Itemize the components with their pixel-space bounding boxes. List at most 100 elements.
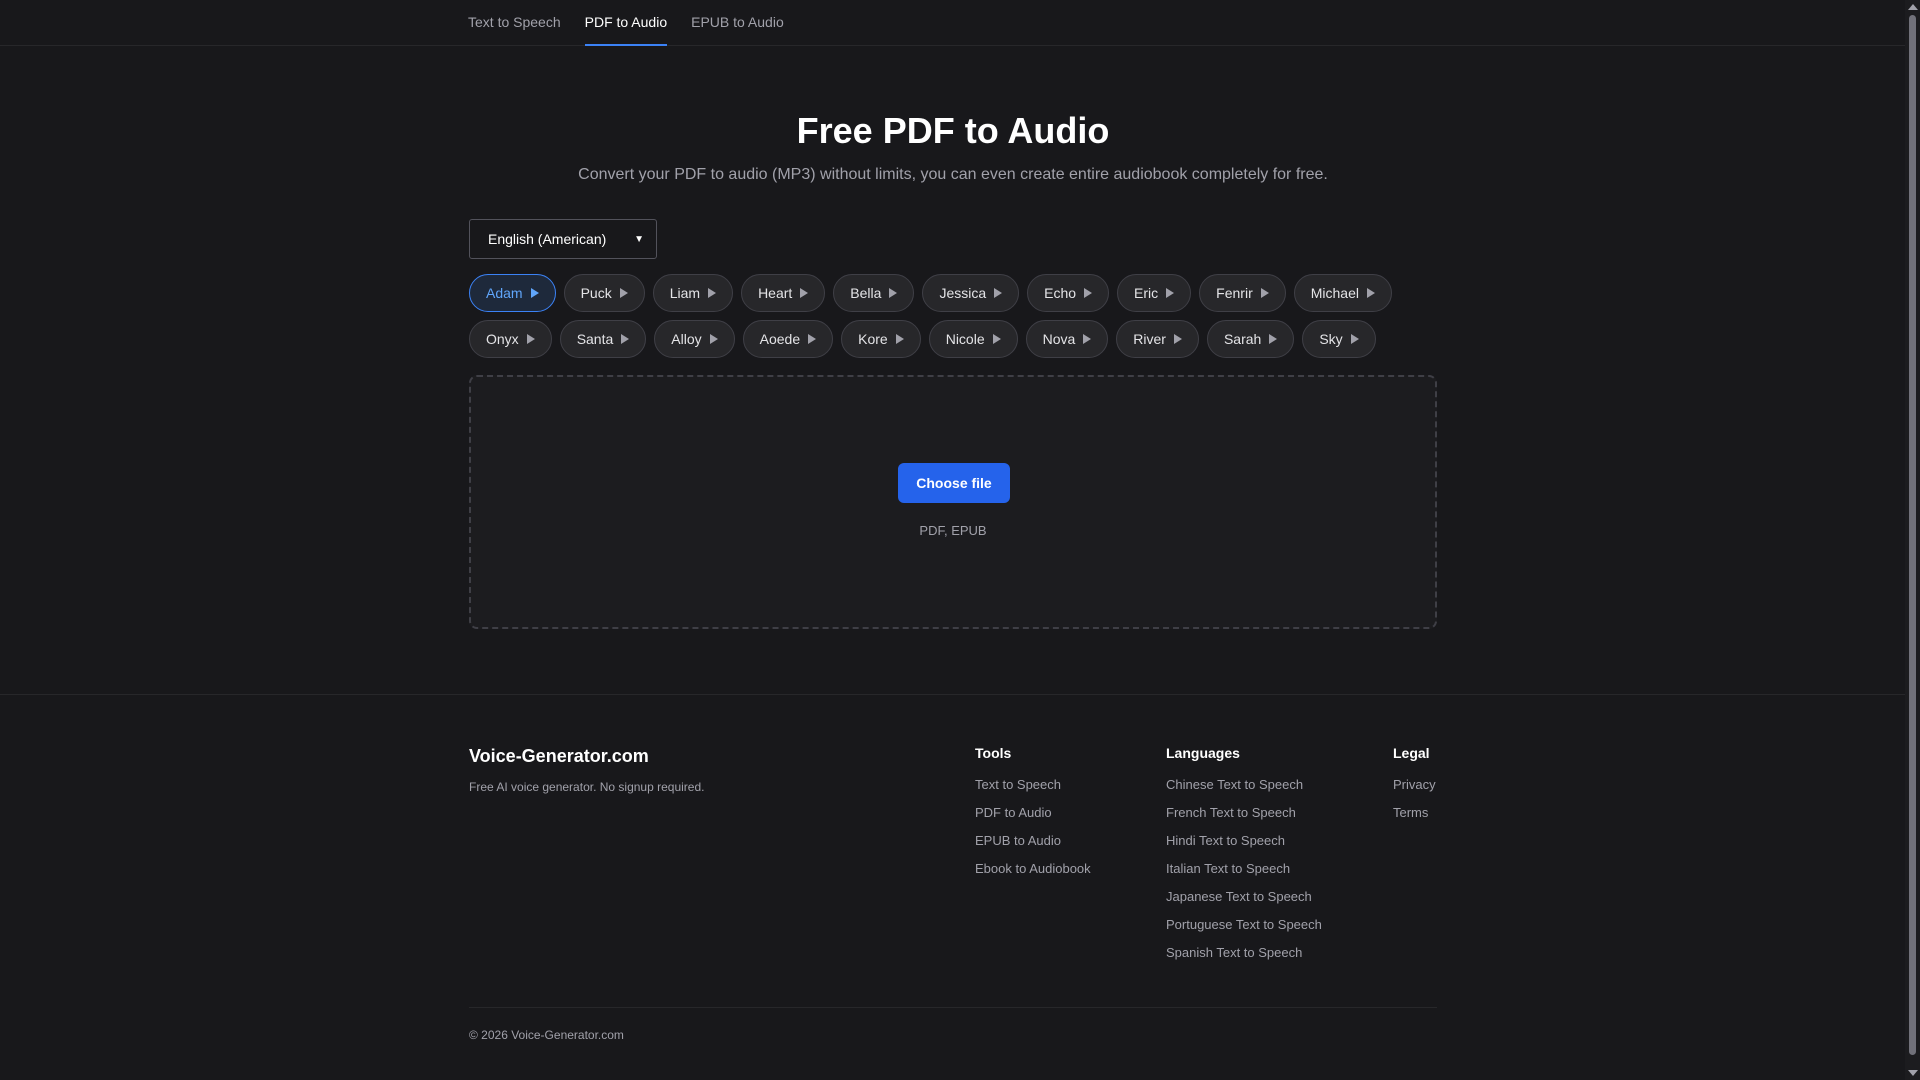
voice-option-liam[interactable]: Liam bbox=[652, 274, 734, 312]
voice-list-row-2: Onyx Santa Alloy Aoede Kore Nicole Nova … bbox=[469, 320, 1437, 358]
choose-file-button[interactable]: Choose file bbox=[898, 463, 1010, 503]
footer-link-terms[interactable]: Terms bbox=[1393, 803, 1436, 822]
voice-label: Alloy bbox=[671, 331, 702, 347]
footer-divider bbox=[469, 1007, 1437, 1008]
footer-link-pdf-to-audio[interactable]: PDF to Audio bbox=[975, 803, 1091, 822]
voice-label: Kore bbox=[858, 331, 888, 347]
play-icon[interactable] bbox=[1260, 288, 1269, 298]
voice-label: Michael bbox=[1310, 285, 1359, 301]
footer-tagline: Free AI voice generator. No signup requi… bbox=[469, 780, 705, 794]
voice-option-santa[interactable]: Santa bbox=[559, 320, 647, 358]
footer-link-chinese[interactable]: Chinese Text to Speech bbox=[1166, 775, 1322, 794]
scrollbar[interactable] bbox=[1905, 0, 1920, 1080]
voice-option-echo[interactable]: Echo bbox=[1027, 274, 1110, 312]
footer-tools-links: Text to Speech PDF to Audio EPUB to Audi… bbox=[975, 775, 1091, 878]
play-icon[interactable] bbox=[1350, 334, 1359, 344]
footer-brand[interactable]: Voice-Generator.com bbox=[469, 746, 649, 767]
supported-formats: PDF, EPUB bbox=[919, 523, 987, 538]
footer-languages-links: Chinese Text to Speech French Text to Sp… bbox=[1166, 775, 1322, 962]
footer-link-text-to-speech[interactable]: Text to Speech bbox=[975, 775, 1091, 794]
voice-option-nova[interactable]: Nova bbox=[1025, 320, 1109, 358]
voice-option-river[interactable]: River bbox=[1116, 320, 1199, 358]
voice-option-puck[interactable]: Puck bbox=[563, 274, 645, 312]
play-icon[interactable] bbox=[800, 288, 809, 298]
voice-label: Fenrir bbox=[1216, 285, 1253, 301]
footer-tools-column: Tools Text to Speech PDF to Audio EPUB t… bbox=[975, 745, 1091, 878]
page-subtitle: Convert your PDF to audio (MP3) without … bbox=[578, 166, 1328, 183]
voice-label: Puck bbox=[580, 285, 612, 301]
voice-label: Nova bbox=[1042, 331, 1076, 347]
footer-link-japanese[interactable]: Japanese Text to Speech bbox=[1166, 887, 1322, 906]
nav-tabs: Text to Speech PDF to Audio EPUB to Audi… bbox=[468, 0, 784, 46]
chevron-down-icon: ▼ bbox=[634, 233, 644, 245]
play-icon[interactable] bbox=[621, 334, 630, 344]
voice-option-sky[interactable]: Sky bbox=[1302, 320, 1376, 358]
play-icon[interactable] bbox=[895, 334, 904, 344]
play-icon[interactable] bbox=[808, 334, 817, 344]
play-icon[interactable] bbox=[1173, 334, 1182, 344]
voice-option-alloy[interactable]: Alloy bbox=[654, 320, 735, 358]
footer-link-spanish[interactable]: Spanish Text to Speech bbox=[1166, 943, 1322, 962]
scroll-thumb[interactable] bbox=[1909, 15, 1916, 1055]
play-icon[interactable] bbox=[619, 288, 628, 298]
play-icon[interactable] bbox=[530, 288, 539, 298]
scroll-down-icon[interactable] bbox=[1908, 1070, 1918, 1076]
play-icon[interactable] bbox=[992, 334, 1001, 344]
tab-epub-to-audio[interactable]: EPUB to Audio bbox=[691, 0, 784, 46]
footer-legal-heading: Legal bbox=[1393, 745, 1430, 761]
play-icon[interactable] bbox=[708, 288, 717, 298]
footer-link-ebook-to-audiobook[interactable]: Ebook to Audiobook bbox=[975, 859, 1091, 878]
tab-pdf-to-audio[interactable]: PDF to Audio bbox=[584, 0, 668, 46]
voice-option-nicole[interactable]: Nicole bbox=[928, 320, 1018, 358]
top-nav: Text to Speech PDF to Audio EPUB to Audi… bbox=[0, 0, 1905, 46]
play-icon[interactable] bbox=[526, 334, 535, 344]
voice-label: Aoede bbox=[759, 331, 801, 347]
language-select-value: English (American) bbox=[488, 231, 607, 247]
footer-link-italian[interactable]: Italian Text to Speech bbox=[1166, 859, 1322, 878]
voice-option-bella[interactable]: Bella bbox=[833, 274, 915, 312]
voice-option-jessica[interactable]: Jessica bbox=[922, 274, 1020, 312]
voice-label: Onyx bbox=[486, 331, 519, 347]
tab-text-to-speech[interactable]: Text to Speech bbox=[468, 0, 561, 46]
voice-label: Adam bbox=[486, 285, 523, 301]
play-icon[interactable] bbox=[1083, 334, 1092, 344]
voice-option-michael[interactable]: Michael bbox=[1293, 274, 1392, 312]
file-dropzone[interactable]: Choose file PDF, EPUB bbox=[469, 375, 1437, 629]
voice-option-adam[interactable]: Adam bbox=[469, 274, 556, 312]
footer-tools-heading: Tools bbox=[975, 745, 1012, 761]
language-select[interactable]: English (American) ▼ bbox=[469, 219, 657, 259]
voice-label: Santa bbox=[576, 331, 614, 347]
play-icon[interactable] bbox=[1166, 288, 1175, 298]
footer-link-french[interactable]: French Text to Speech bbox=[1166, 803, 1322, 822]
voice-list-row-1: Adam Puck Liam Heart Bella Jessica Echo … bbox=[469, 274, 1437, 312]
copyright: © 2026 Voice-Generator.com bbox=[469, 1028, 624, 1042]
voice-option-fenrir[interactable]: Fenrir bbox=[1199, 274, 1286, 312]
play-icon[interactable] bbox=[1269, 334, 1278, 344]
play-icon[interactable] bbox=[1084, 288, 1093, 298]
voice-option-kore[interactable]: Kore bbox=[841, 320, 921, 358]
voice-label: Sky bbox=[1319, 331, 1343, 347]
voice-label: Jessica bbox=[939, 285, 987, 301]
page-title: Free PDF to Audio bbox=[796, 110, 1110, 151]
footer-link-privacy[interactable]: Privacy bbox=[1393, 775, 1436, 794]
voice-option-aoede[interactable]: Aoede bbox=[742, 320, 834, 358]
voice-label: Eric bbox=[1134, 285, 1159, 301]
voice-option-sarah[interactable]: Sarah bbox=[1206, 320, 1295, 358]
play-icon[interactable] bbox=[1366, 288, 1375, 298]
footer-legal-column: Legal Privacy Terms bbox=[1393, 745, 1436, 822]
footer: Voice-Generator.com Free AI voice genera… bbox=[0, 694, 1905, 1080]
voice-option-heart[interactable]: Heart bbox=[741, 274, 826, 312]
play-icon[interactable] bbox=[994, 288, 1003, 298]
voice-option-eric[interactable]: Eric bbox=[1117, 274, 1192, 312]
footer-legal-links: Privacy Terms bbox=[1393, 775, 1436, 822]
play-icon[interactable] bbox=[889, 288, 898, 298]
footer-link-portuguese[interactable]: Portuguese Text to Speech bbox=[1166, 915, 1322, 934]
play-icon[interactable] bbox=[709, 334, 718, 344]
voice-option-onyx[interactable]: Onyx bbox=[469, 320, 552, 358]
footer-languages-heading: Languages bbox=[1166, 745, 1240, 761]
footer-link-epub-to-audio[interactable]: EPUB to Audio bbox=[975, 831, 1091, 850]
page: Text to Speech PDF to Audio EPUB to Audi… bbox=[0, 0, 1905, 1080]
voice-label: River bbox=[1133, 331, 1166, 347]
footer-link-hindi[interactable]: Hindi Text to Speech bbox=[1166, 831, 1322, 850]
scroll-up-icon[interactable] bbox=[1908, 4, 1918, 10]
